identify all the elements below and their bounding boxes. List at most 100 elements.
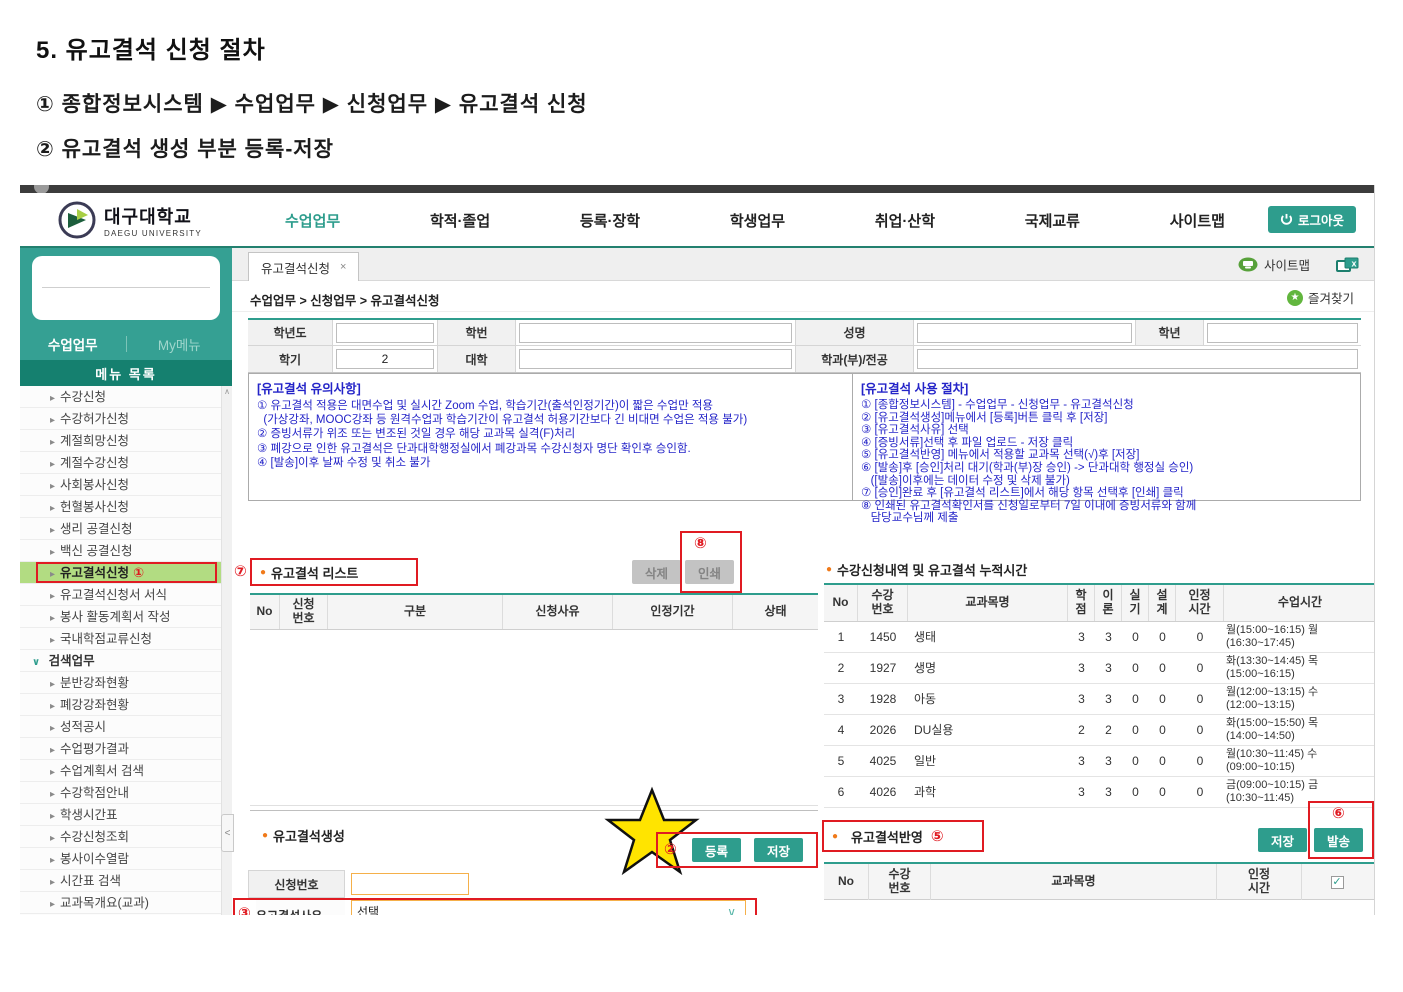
nav-item-학생업무[interactable]: 학생업무 bbox=[730, 210, 785, 231]
notice-caution: [유고결석 유의사항] ① 유고결석 적용은 대면수업 및 실시간 Zoom 수… bbox=[249, 374, 853, 500]
sidebar-item-봉사 활동계획서 작성[interactable]: ▸봉사 활동계획서 작성 bbox=[20, 606, 221, 628]
year-input[interactable] bbox=[336, 323, 434, 343]
sidebar-section-label: 검색업무 bbox=[45, 654, 94, 668]
grade-input[interactable] bbox=[1207, 323, 1358, 343]
tab-close-icon[interactable]: × bbox=[340, 261, 346, 273]
sidebar-item-label: 수강신청조회 bbox=[60, 830, 129, 844]
sidebar-section-search[interactable]: ∨ 검색업무 bbox=[20, 650, 221, 672]
column-header-0: No bbox=[824, 585, 858, 621]
cell-6: 0 bbox=[1149, 715, 1176, 745]
login-info-box bbox=[32, 256, 220, 320]
cell-7: 0 bbox=[1176, 622, 1224, 652]
sidebar-item-교과목개요(교과)[interactable]: ▸교과목개요(교과) bbox=[20, 892, 221, 914]
procedure-line: ② [유고결석생성]메뉴에서 [등록]버튼 클릭 후 [저장] bbox=[861, 412, 1352, 425]
procedure-line: 담당교수님께 제출 bbox=[861, 512, 1352, 525]
enrollment-row[interactable]: 11450생태33000월(15:00~16:15) 월(16:30~17:45… bbox=[824, 622, 1375, 653]
menu-arrow-icon: ▸ bbox=[50, 701, 55, 712]
sidebar-item-분반강좌현황[interactable]: ▸분반강좌현황 bbox=[20, 672, 221, 694]
apply-no-input[interactable] bbox=[351, 873, 469, 895]
cell-6: 0 bbox=[1149, 777, 1176, 807]
select-all-checkbox[interactable]: ✓ bbox=[1331, 876, 1344, 889]
sidebar: 수업업무 My메뉴 메뉴 목록 ▸수강신청▸수강허가신청▸계절희망신청▸계절수강… bbox=[20, 248, 232, 915]
college-input[interactable] bbox=[519, 349, 792, 369]
enrollment-row[interactable]: 21927생명33000화(13:30~14:45) 목(15:00~16:15… bbox=[824, 653, 1375, 684]
sidebar-item-국내학점교류신청[interactable]: ▸국내학점교류신청 bbox=[20, 628, 221, 650]
scroll-up-icon[interactable]: ∧ bbox=[222, 387, 232, 396]
tab-active[interactable]: 유고결석신청 × bbox=[248, 252, 359, 281]
sidebar-item-수강신청[interactable]: ▸수강신청 bbox=[20, 386, 221, 408]
cell-3: 3 bbox=[1068, 622, 1095, 652]
sidebar-item-헌혈봉사신청[interactable]: ▸헌혈봉사신청 bbox=[20, 496, 221, 518]
annotation-5: ⑤ bbox=[931, 827, 944, 845]
sidebar-item-폐강강좌현황[interactable]: ▸ 폐강강좌현황 bbox=[20, 694, 221, 716]
sidebar-item-수업계획서 검색[interactable]: ▸수업계획서 검색 bbox=[20, 760, 221, 782]
procedure-line: ③ [유고결석사유] 선택 bbox=[861, 424, 1352, 437]
student-no-input[interactable] bbox=[519, 323, 792, 343]
sidebar-item-수업평가결과[interactable]: ▸수업평가결과 bbox=[20, 738, 221, 760]
logout-button[interactable]: 로그아웃 bbox=[1268, 206, 1356, 233]
enrollment-row[interactable]: 42026DU실용22000화(15:00~15:50) 목(14:00~14:… bbox=[824, 715, 1375, 746]
notice-box: [유고결석 유의사항] ① 유고결석 적용은 대면수업 및 실시간 Zoom 수… bbox=[248, 373, 1361, 501]
browser-chrome-bar bbox=[20, 185, 1374, 193]
sidebar-item-성적공시[interactable]: ▸성적공시 bbox=[20, 716, 221, 738]
cell-8: 월(15:00~16:15) 월(16:30~17:45) bbox=[1224, 622, 1375, 652]
cell-2: 아동 bbox=[908, 684, 1068, 714]
cell-0: 4 bbox=[824, 715, 858, 745]
sidebar-item-label: 수강신청 bbox=[60, 390, 106, 404]
sidebar-item-유고결석신청[interactable]: ▸유고결석신청① bbox=[20, 562, 221, 584]
sidebar-item-label: 계절수강신청 bbox=[60, 456, 129, 470]
sidebar-item-계절희망신청[interactable]: ▸계절희망신청 bbox=[20, 430, 221, 452]
save-create-button[interactable]: 저장 bbox=[754, 838, 803, 862]
enrollment-heading: ● 수강신청내역 및 유고결석 누적시간 bbox=[826, 560, 1027, 579]
nav-item-학적·졸업[interactable]: 학적·졸업 bbox=[430, 210, 490, 231]
delete-button[interactable]: 삭제 bbox=[632, 560, 681, 584]
absence-list-empty-body bbox=[250, 630, 818, 806]
sidebar-item-봉사이수열람[interactable]: ▸봉사이수열람 bbox=[20, 848, 221, 870]
apply-title: 유고결석반영 bbox=[851, 827, 923, 846]
sidebar-item-유고결석신청서 서식[interactable]: ▸유고결석신청서 서식 bbox=[20, 584, 221, 606]
enrollment-row[interactable]: 64026과학33000금(09:00~10:15) 금(10:30~11:45… bbox=[824, 777, 1375, 808]
nav-item-취업·산학[interactable]: 취업·산학 bbox=[875, 210, 935, 231]
sidebar-item-시간표 검색[interactable]: ▸시간표 검색 bbox=[20, 870, 221, 892]
cell-4: 3 bbox=[1095, 684, 1122, 714]
sidebar-collapse-handle[interactable]: < bbox=[221, 814, 234, 852]
sidebar-tab-mymenu[interactable]: My메뉴 bbox=[127, 334, 233, 354]
sidebar-item-계절수강신청[interactable]: ▸계절수강신청 bbox=[20, 452, 221, 474]
name-input[interactable] bbox=[917, 323, 1132, 343]
reason-select-dropdown[interactable]: 선택 bbox=[351, 900, 746, 915]
university-logo[interactable]: 대구대학교 DAEGU UNIVERSITY bbox=[58, 201, 202, 239]
sidebar-item-수강학점안내[interactable]: ▸수강학점안내 bbox=[20, 782, 221, 804]
nav-item-국제교류[interactable]: 국제교류 bbox=[1025, 210, 1080, 231]
print-button[interactable]: 인쇄 bbox=[685, 560, 734, 584]
sidebar-tab-main[interactable]: 수업업무 bbox=[20, 334, 126, 354]
semester-input[interactable] bbox=[336, 349, 434, 369]
sidebar-item-수강허가신청[interactable]: ▸수강허가신청 bbox=[20, 408, 221, 430]
close-tab-group-icon[interactable]: x bbox=[1336, 257, 1360, 273]
sidebar-item-백신 공결신청[interactable]: ▸백신 공결신청 bbox=[20, 540, 221, 562]
nav-item-사이트맵[interactable]: 사이트맵 bbox=[1170, 210, 1225, 231]
nav-item-등록·장학[interactable]: 등록·장학 bbox=[580, 210, 640, 231]
annotation-1: ① bbox=[133, 565, 144, 580]
menu-arrow-icon: ▸ bbox=[50, 855, 55, 866]
favorite-link[interactable]: ★ 즐겨찾기 bbox=[1287, 288, 1354, 307]
cell-8: 화(15:00~15:50) 목(14:00~14:50) bbox=[1224, 715, 1375, 745]
enrollment-row[interactable]: 31928아동33000월(12:00~13:15) 수(12:00~13:15… bbox=[824, 684, 1375, 715]
sidebar-item-취업적성추천[interactable]: ▸취업적성추천 bbox=[20, 914, 221, 915]
save-apply-button[interactable]: 저장 bbox=[1258, 828, 1307, 852]
sidebar-item-label: 교과목개요(교과) bbox=[60, 896, 149, 910]
menu-arrow-icon: ▸ bbox=[50, 569, 55, 580]
register-button[interactable]: 등록 bbox=[692, 838, 741, 862]
enrollment-row[interactable]: 54025일반33000월(10:30~11:45) 수(09:00~10:15… bbox=[824, 746, 1375, 777]
sidebar-item-label: 폐강강좌현황 bbox=[60, 698, 129, 712]
sidebar-item-사회봉사신청[interactable]: ▸사회봉사신청 bbox=[20, 474, 221, 496]
tab-label: 유고결석신청 bbox=[261, 258, 330, 277]
send-button[interactable]: 발송 bbox=[1314, 828, 1363, 852]
sidebar-item-생리 공결신청[interactable]: ▸생리 공결신청 bbox=[20, 518, 221, 540]
nav-item-수업업무[interactable]: 수업업무 bbox=[285, 210, 340, 231]
sidebar-item-학생시간표[interactable]: ▸학생시간표 bbox=[20, 804, 221, 826]
sitemap-link[interactable]: 사이트맵 bbox=[1238, 255, 1310, 274]
caution-line: ① 유고결석 적용은 대면수업 및 실시간 Zoom 수업, 학습기간(출석인정… bbox=[257, 399, 844, 413]
dept-input[interactable] bbox=[917, 349, 1358, 369]
column-header-0: No bbox=[824, 864, 869, 900]
sidebar-item-수강신청조회[interactable]: ▸수강신청조회 bbox=[20, 826, 221, 848]
